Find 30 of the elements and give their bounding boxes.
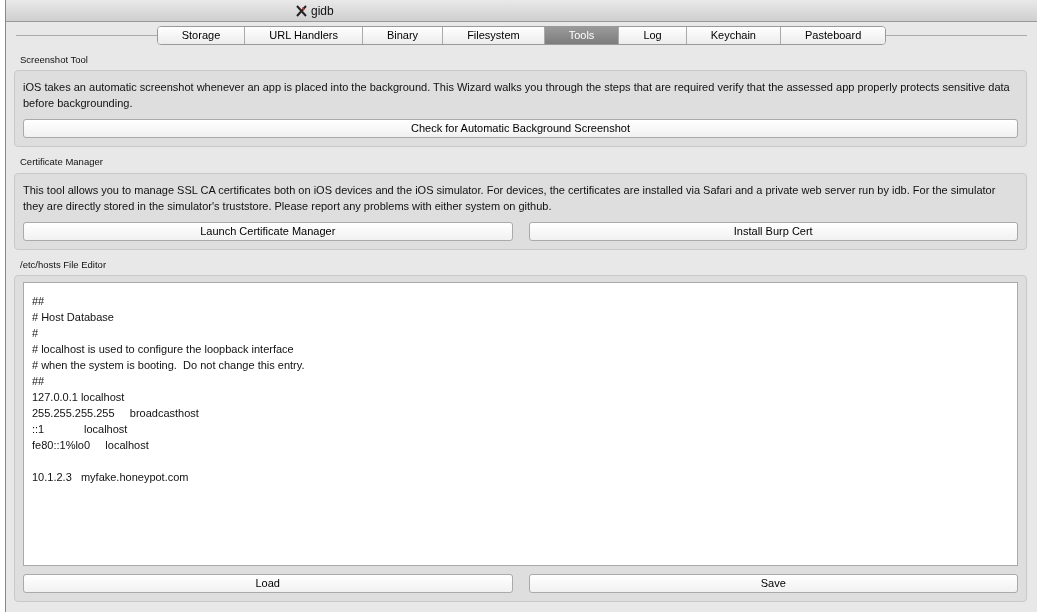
text-line: fe80::1%lo0 localhost — [32, 437, 150, 453]
window-title: gidb — [311, 2, 334, 20]
text-line: ::1 localhost — [32, 421, 129, 437]
text-line: ## — [32, 293, 46, 309]
text-line: # Host Database — [32, 309, 115, 325]
tab[interactable]: Pasteboard — [781, 27, 886, 44]
action-button[interactable]: Check for Automatic Background Screenshot — [23, 119, 1018, 139]
description-text: This tool allows you to manage SSL CA certificates both on iOS devices and the iOS simulator. For devices, the certificates are installed via Safari and a private web server run by idb. For the simulator they are directly stored in the simulator's truststore. Please report any problems with either system on github. — [23, 182, 997, 214]
section-title: Certificate Manager — [19, 155, 104, 170]
tab[interactable]: Filesystem — [443, 27, 545, 44]
tab[interactable]: Log — [619, 27, 687, 44]
text-line: 10.1.2.3 myfake.honeypot.com — [32, 469, 190, 485]
text-line: # when the system is booting. Do not change this entry. — [32, 357, 306, 373]
tab[interactable]: Binary — [362, 27, 444, 44]
app-icon — [296, 4, 307, 17]
text-line: 255.255.255.255 broadcasthost — [32, 405, 200, 421]
action-button[interactable]: Save — [528, 573, 1018, 593]
tab[interactable]: URL Handlers — [245, 27, 363, 44]
action-button[interactable]: Install Burp Cert — [528, 221, 1018, 241]
section-title: /etc/hosts File Editor — [19, 257, 108, 272]
text-line: 127.0.0.1 localhost — [32, 389, 126, 405]
text-line: ## — [32, 373, 46, 389]
description-text: iOS takes an automatic screenshot whenever an app is placed into the background. This Wizard walks you through the steps that are required verify that the assessed app properly protects sensitive data before backgrounding. — [23, 80, 1011, 112]
action-button[interactable]: Launch Certificate Manager — [23, 221, 513, 241]
action-button[interactable]: Load — [23, 573, 513, 593]
tab[interactable]: Storage — [157, 27, 246, 44]
section-title: Screenshot Tool — [19, 53, 89, 67]
tab[interactable]: Keychain — [686, 27, 781, 44]
text-line: # localhost is used to configure the loopback interface — [32, 341, 295, 357]
text-line: # — [32, 325, 40, 341]
